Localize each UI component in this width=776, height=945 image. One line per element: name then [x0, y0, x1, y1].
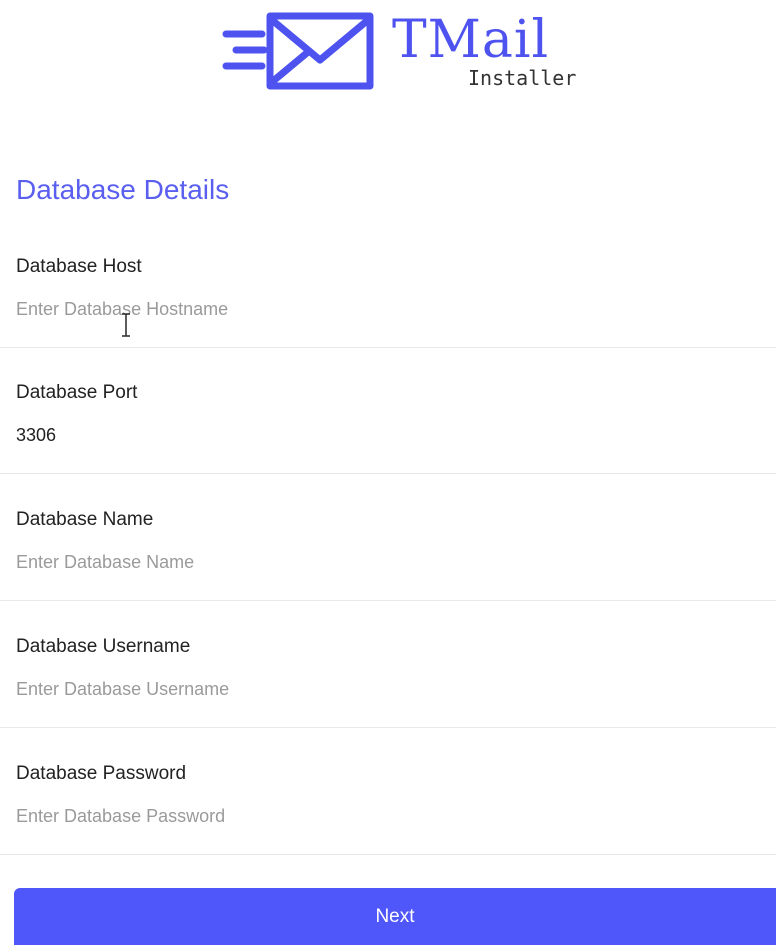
- logo: TMail Installer: [220, 8, 580, 92]
- database-username-label: Database Username: [16, 636, 191, 657]
- database-password-label: Database Password: [16, 763, 187, 784]
- database-password-input[interactable]: [16, 802, 756, 830]
- database-username-input[interactable]: [16, 675, 756, 703]
- text-cursor-icon: [122, 313, 130, 337]
- database-username-field: Database Username: [0, 635, 776, 762]
- database-port-input[interactable]: [16, 421, 756, 449]
- divider: [0, 854, 776, 855]
- database-password-field: Database Password: [0, 762, 776, 889]
- brand-name: TMail: [392, 10, 550, 70]
- database-host-label: Database Host: [16, 256, 142, 277]
- divider: [0, 727, 776, 728]
- database-name-label: Database Name: [16, 509, 154, 530]
- database-port-label: Database Port: [16, 382, 138, 403]
- envelope-speed-icon: [222, 12, 374, 90]
- database-name-input[interactable]: [16, 548, 756, 576]
- installer-page: TMail Installer Database Details Databas…: [0, 0, 776, 945]
- divider: [0, 347, 776, 348]
- next-button[interactable]: Next: [14, 888, 776, 945]
- database-name-field: Database Name: [0, 508, 776, 635]
- divider: [0, 473, 776, 474]
- brand-subtitle: Installer: [468, 66, 577, 90]
- divider: [0, 600, 776, 601]
- section-title: Database Details: [16, 174, 230, 205]
- database-port-field: Database Port: [0, 381, 776, 508]
